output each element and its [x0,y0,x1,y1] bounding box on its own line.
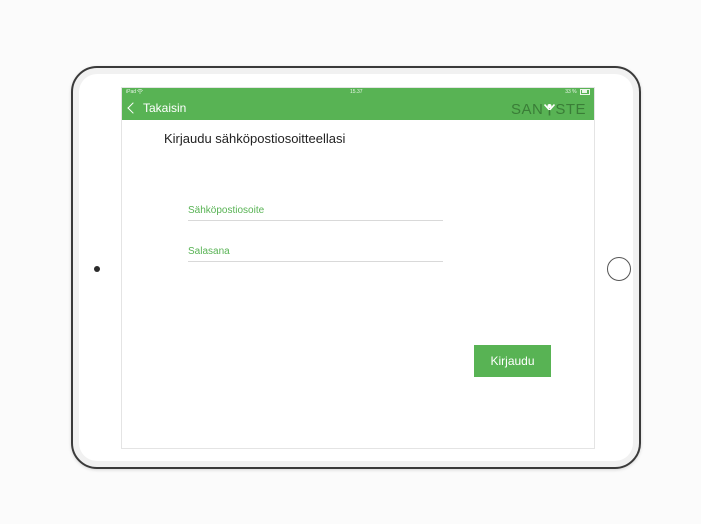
status-time: 15.37 [350,89,363,95]
app-screen: iPad 15.37 33 % Takaisin SAN STE Kirjaud… [122,88,594,448]
camera [94,266,100,272]
status-right: 33 % [565,88,590,97]
page-title: Kirjaudu sähköpostiosoitteellasi [164,131,346,146]
back-label: Takaisin [143,101,187,115]
app-logo: SAN STE [511,100,586,118]
chevron-left-icon [127,102,139,114]
nav-bar: Takaisin SAN STE [122,97,594,120]
password-field[interactable] [188,241,443,262]
logo-text-left: SAN [510,100,544,118]
email-field-wrapper [188,200,443,221]
stage: iPad 15.37 33 % Takaisin SAN STE Kirjaud… [0,0,701,524]
password-field-wrapper [188,241,443,262]
battery-percent: 33 % [565,89,577,95]
logo-figure-icon [543,103,555,116]
status-left: iPad [126,88,144,97]
back-button[interactable]: Takaisin [126,100,186,116]
status-bar: iPad 15.37 33 % [122,88,594,97]
login-button[interactable]: Kirjaudu [474,345,551,377]
wifi-icon [137,89,144,94]
email-field[interactable] [188,200,443,221]
home-button[interactable] [607,257,631,281]
battery-icon [580,88,590,95]
carrier-label: iPad [126,89,137,95]
logo-text-right: STE [555,100,586,118]
